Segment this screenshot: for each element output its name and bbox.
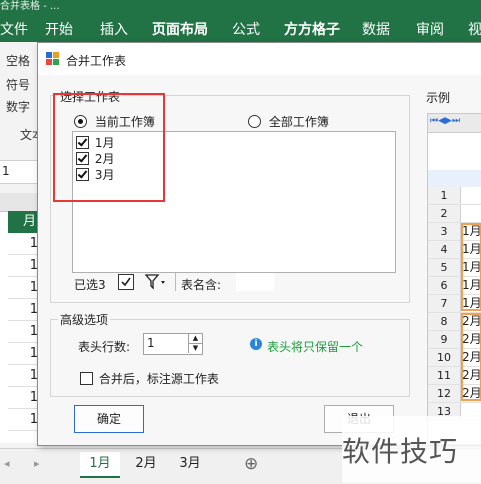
header-rows-value[interactable]: 1 bbox=[147, 336, 155, 350]
title-bar: 合并表格 - ... bbox=[0, 0, 481, 12]
ribbon-item-symbol[interactable]: 符号 bbox=[6, 76, 30, 93]
sheet-tab-2[interactable]: 2月 bbox=[126, 452, 166, 476]
column-header[interactable] bbox=[0, 193, 40, 212]
scroll-prev-icon[interactable]: ◂ bbox=[4, 457, 10, 470]
table-cell[interactable]: 1 bbox=[8, 277, 40, 299]
row-number: 11 bbox=[428, 367, 461, 384]
row-number: 10 bbox=[428, 349, 461, 366]
table-cell[interactable]: 1 bbox=[8, 365, 40, 387]
preview-nav-icon[interactable]: ⏮◀▶⏭ bbox=[430, 116, 460, 126]
table-cell[interactable]: 1 bbox=[8, 321, 40, 343]
dialog-title: 合并工作表 bbox=[66, 54, 127, 68]
toolbar-divider bbox=[175, 273, 176, 291]
header-cell[interactable]: 月 bbox=[8, 211, 40, 233]
row-number: 4 bbox=[428, 241, 461, 258]
preview-toolbar: ⏮◀▶⏭ bbox=[428, 114, 481, 133]
ok-button[interactable]: 确定 bbox=[74, 405, 144, 433]
preview-title: 示例 bbox=[426, 91, 451, 105]
radio-all-workbooks[interactable]: 全部工作簿 bbox=[248, 113, 329, 130]
mark-source-label: 合并后，标注源工作表 bbox=[98, 372, 219, 386]
window-title: 合并表格 - ... bbox=[0, 1, 60, 12]
header-rows-label: 表头行数: bbox=[78, 340, 131, 354]
info-icon: i bbox=[250, 338, 262, 350]
preview-header-row bbox=[428, 170, 481, 187]
row-number: 3 bbox=[428, 223, 461, 240]
row-number: 6 bbox=[428, 277, 461, 294]
header-rows-stepper[interactable]: 1 ▲ ▼ bbox=[143, 333, 203, 355]
tab-page-layout[interactable]: 页面布局 bbox=[152, 19, 208, 39]
filter-icon[interactable] bbox=[144, 274, 169, 290]
watermark: 软件技巧 bbox=[342, 416, 481, 483]
watermark-text: 软件技巧 bbox=[342, 435, 459, 468]
row-number: 8 bbox=[428, 313, 461, 330]
row-number: 5 bbox=[428, 259, 461, 276]
mark-source-option[interactable]: 合并后，标注源工作表 bbox=[80, 370, 219, 387]
preview-row: 2 bbox=[428, 205, 481, 223]
row-number: 12 bbox=[428, 385, 461, 402]
preview-row: 1 bbox=[428, 187, 481, 205]
sheet-tab-1[interactable]: 1月 bbox=[80, 452, 120, 478]
advanced-options-title: 高级选项 bbox=[58, 311, 111, 328]
row-number: 9 bbox=[428, 331, 461, 348]
row-number: 1 bbox=[428, 187, 461, 204]
radio-all-indicator[interactable] bbox=[248, 115, 261, 128]
sheetname-label: 表名含: bbox=[181, 278, 222, 292]
highlight-box bbox=[53, 93, 165, 202]
tab-file[interactable]: 文件 bbox=[0, 19, 28, 39]
stepper-up-icon[interactable]: ▲ bbox=[188, 334, 202, 344]
sheet-tab-3[interactable]: 3月 bbox=[170, 452, 210, 476]
scroll-next-icon[interactable]: ▸ bbox=[34, 457, 40, 470]
group-1-highlight bbox=[461, 223, 481, 311]
sheetname-input[interactable] bbox=[236, 273, 274, 291]
tab-view[interactable]: 视 bbox=[468, 19, 481, 39]
preview-pane: ⏮◀▶⏭ 1 2 3 1月 4 1月 5 1月 6 1月 7 1月 8 2月 9 2月 10 2… bbox=[427, 113, 481, 445]
tab-fangfang[interactable]: 方方格子 bbox=[284, 19, 340, 39]
sheet-grid: 月 1 1 1 1 1 1 1 1 1 bbox=[0, 193, 40, 443]
select-all-icon[interactable] bbox=[118, 274, 134, 290]
selected-count: 已选3 bbox=[74, 278, 106, 292]
dialog-titlebar: 合并工作表 bbox=[38, 43, 481, 75]
table-cell[interactable]: 1 bbox=[8, 387, 40, 409]
info-text: 表头将只保留一个 bbox=[267, 340, 364, 354]
mark-source-checkbox[interactable] bbox=[80, 372, 93, 385]
group-2-highlight bbox=[461, 313, 481, 401]
add-sheet-icon[interactable]: ⊕ bbox=[244, 454, 258, 474]
table-cell[interactable]: 1 bbox=[8, 343, 40, 365]
ribbon-item-number[interactable]: 数字 bbox=[6, 98, 30, 115]
table-cell[interactable]: 1 bbox=[8, 299, 40, 321]
ribbon-item-space[interactable]: 空格 bbox=[6, 52, 30, 69]
table-cell[interactable]: 1 bbox=[8, 409, 40, 431]
radio-all-label: 全部工作簿 bbox=[268, 115, 329, 129]
tab-insert[interactable]: 插入 bbox=[100, 19, 128, 39]
row-number: 2 bbox=[428, 205, 461, 222]
tab-data[interactable]: 数据 bbox=[362, 19, 390, 39]
tab-review[interactable]: 审阅 bbox=[416, 19, 444, 39]
table-cell[interactable]: 1 bbox=[8, 233, 40, 255]
stepper-down-icon[interactable]: ▼ bbox=[188, 344, 202, 353]
tab-home[interactable]: 开始 bbox=[45, 19, 73, 39]
preview-rows: 1 2 3 1月 4 1月 5 1月 6 1月 7 1月 8 2月 9 2月 10 2月 11 2… bbox=[428, 187, 481, 427]
table-cell[interactable]: 1 bbox=[8, 255, 40, 277]
app-logo-icon bbox=[46, 52, 59, 65]
merge-sheets-dialog: 合并工作表 选择工作表 当前工作簿 全部工作簿 1月 2月 3月 已选3 表名含… bbox=[37, 42, 481, 446]
name-box[interactable]: 1 bbox=[2, 164, 10, 178]
tab-formulas[interactable]: 公式 bbox=[232, 19, 260, 39]
ribbon-tab-bar: 文件 开始 插入 页面布局 公式 方方格子 数据 审阅 视 bbox=[0, 12, 481, 42]
row-number: 7 bbox=[428, 295, 461, 312]
